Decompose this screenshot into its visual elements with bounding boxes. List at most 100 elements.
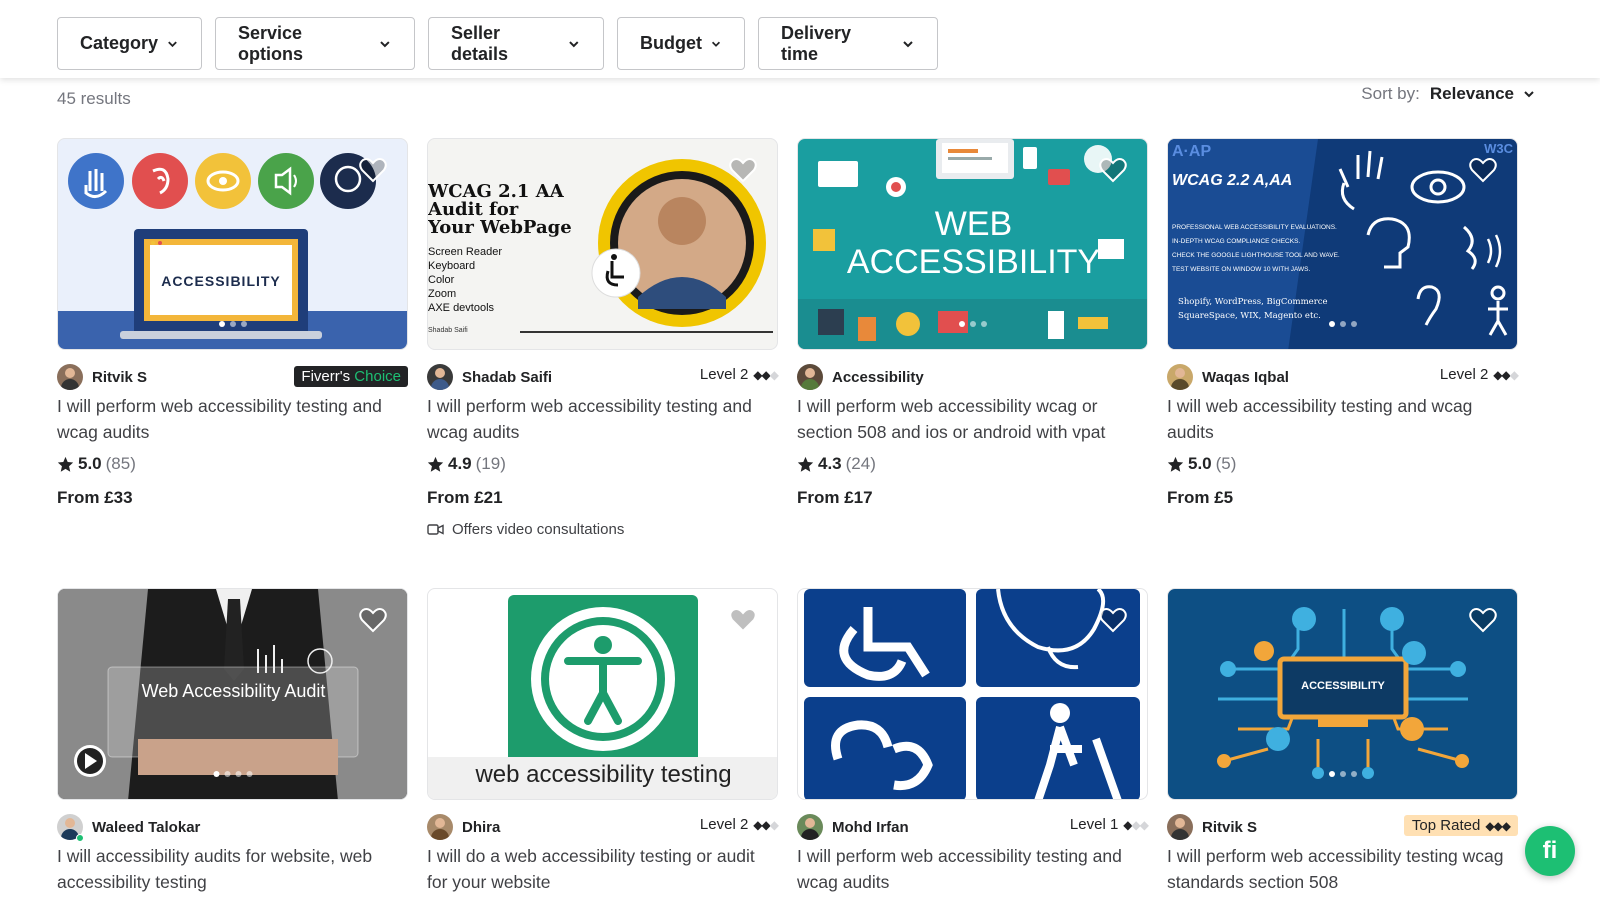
- level-text: Level 2: [699, 816, 749, 833]
- gig-thumbnail[interactable]: ACCESSIBILITY: [1167, 588, 1518, 800]
- rating-count: (85): [105, 454, 136, 473]
- heart-icon[interactable]: [1099, 607, 1127, 633]
- disability-signs-illustration: [804, 589, 1140, 799]
- avatar[interactable]: [57, 364, 83, 390]
- seller-row: Shadab Saifi Level 2 ◆◆◆: [427, 364, 779, 390]
- gig-thumbnail[interactable]: ACCESSIBILITY: [57, 138, 408, 350]
- heart-icon[interactable]: [359, 607, 387, 633]
- seller-row: Mohd Irfan Level 1 ◆◆◆: [797, 814, 1149, 840]
- gig-title[interactable]: I will perform web accessibility testing…: [427, 393, 778, 445]
- seller-row: Dhira Level 2 ◆◆◆: [427, 814, 779, 840]
- heart-icon[interactable]: [729, 607, 757, 633]
- heart-icon[interactable]: [359, 157, 387, 183]
- thumbnail-headline: Web Accessibility Audit: [141, 681, 326, 701]
- level-diamonds-icon: ◆◆◆: [1123, 817, 1149, 832]
- top-rated-badge: Top Rated ◆◆◆: [1403, 815, 1518, 836]
- fiverr-help-button[interactable]: fi: [1525, 826, 1575, 876]
- seller-name[interactable]: Dhira: [462, 819, 500, 836]
- sort-value: Relevance: [1429, 84, 1514, 103]
- gig-thumbnail[interactable]: Web Accessibility Audit: [57, 588, 408, 800]
- level-text: Level 2: [699, 366, 749, 383]
- gig-thumbnail[interactable]: [797, 588, 1148, 800]
- gig-title[interactable]: I will perform web accessibility testing…: [797, 843, 1148, 895]
- chevron-down-icon: [168, 40, 177, 47]
- gig-thumbnail[interactable]: web accessibility testing: [427, 588, 778, 800]
- thumbnail-list: Screen Reader Keyboard Color Zoom AXE de…: [428, 245, 502, 315]
- video-consultation-note: Offers video consultations: [427, 521, 778, 538]
- gig-card[interactable]: Mohd Irfan Level 1 ◆◆◆ I will perform web…: [797, 588, 1149, 895]
- thumb-line: Keyboard: [428, 260, 476, 272]
- avatar[interactable]: [797, 814, 823, 840]
- seller-row: Accessibility: [797, 364, 1148, 390]
- gig-card[interactable]: ACCESSIBILITY Ritvik S Top Rated ◆◆◆ I wi…: [1167, 588, 1518, 895]
- seller-row: Waleed Talokar: [57, 814, 408, 842]
- rating: 4.9 (19): [427, 454, 778, 474]
- sort-dropdown[interactable]: Sort by: Relevance: [1361, 84, 1536, 104]
- gig-title[interactable]: I will do a web accessibility testing or…: [427, 843, 778, 895]
- fiverrs-choice-badge: Fiverr's Choice: [294, 366, 408, 387]
- thumb-line: PROFESSIONAL WEB ACCESSIBILITY EVALUATIO…: [1172, 224, 1337, 231]
- gig-title[interactable]: I will accessibility audits for website,…: [57, 843, 408, 895]
- carousel-dots: [218, 321, 247, 327]
- gig-card[interactable]: A·AP W3C WCAG 2.2 A,AA PROFESSIONAL WEB …: [1167, 138, 1519, 508]
- gig-price: From £5: [1167, 488, 1234, 507]
- rating-score: 5.0: [78, 454, 102, 473]
- gig-thumbnail[interactable]: A·AP W3C WCAG 2.2 A,AA PROFESSIONAL WEB …: [1167, 138, 1518, 350]
- heart-icon[interactable]: [729, 157, 757, 183]
- gig-title[interactable]: I will web accessibility testing and wca…: [1167, 393, 1518, 445]
- gig-title[interactable]: I will perform web accessibility wcag or…: [797, 393, 1148, 445]
- gig-thumbnail[interactable]: WCAG 2.1 AA Audit for Your WebPage Scree…: [427, 138, 778, 350]
- gig-card[interactable]: ACCESSIBILITY Ritvik S Fiverr's Choice I…: [57, 138, 408, 508]
- heart-icon[interactable]: [1469, 157, 1497, 183]
- gig-card[interactable]: WEB ACCESSIBILITY Accessibility I will p…: [797, 138, 1148, 508]
- seller-row: Ritvik S Fiverr's Choice: [57, 364, 408, 390]
- thumbnail-bullets: PROFESSIONAL WEB ACCESSIBILITY EVALUATIO…: [1172, 221, 1340, 277]
- thumbnail-caption: web accessibility testing: [475, 761, 732, 788]
- avatar[interactable]: [1167, 364, 1193, 390]
- heart-icon[interactable]: [1469, 607, 1497, 633]
- seller-name[interactable]: Mohd Irfan: [832, 819, 909, 836]
- seller-name[interactable]: Waqas Iqbal: [1202, 369, 1289, 386]
- video-consultation-text: Offers video consultations: [452, 521, 625, 538]
- thumb-line: WEB: [934, 205, 1013, 243]
- filter-service-options-label: Service options: [238, 22, 303, 64]
- thumb-line: Your WebPage: [428, 217, 572, 238]
- thumbnail-signature: Shadab Saifi: [428, 327, 468, 334]
- thumbnail-text: ACCESSIBILITY: [161, 273, 281, 289]
- gig-title[interactable]: I will perform web accessibility testing…: [57, 393, 408, 445]
- filter-seller-details-button[interactable]: Seller details: [428, 17, 604, 70]
- gig-card[interactable]: WCAG 2.1 AA Audit for Your WebPage Scree…: [427, 138, 779, 538]
- gig-price: From £21: [427, 488, 503, 507]
- filter-budget-button[interactable]: Budget: [617, 17, 745, 70]
- gig-card[interactable]: Web Accessibility Audit Waleed Talokar I…: [57, 588, 408, 895]
- chevron-down-icon: [1524, 91, 1534, 98]
- star-icon: [1167, 456, 1184, 472]
- avatar[interactable]: [427, 364, 453, 390]
- seller-level-badge: Level 2 ◆◆◆: [699, 366, 779, 383]
- results-count: 45 results: [57, 89, 131, 108]
- filter-category-button[interactable]: Category: [57, 17, 202, 70]
- filter-service-options-button[interactable]: Service options: [215, 17, 415, 70]
- avatar[interactable]: [1167, 814, 1193, 840]
- video-camera-icon: [427, 524, 444, 535]
- rating-score: 4.3: [818, 454, 842, 473]
- avatar[interactable]: [797, 364, 823, 390]
- filter-bar: Category Service options Seller details …: [0, 0, 1600, 78]
- seller-name[interactable]: Ritvik S: [92, 369, 147, 386]
- chevron-down-icon: [380, 40, 390, 47]
- gig-card[interactable]: web accessibility testing Dhira Level 2 ◆…: [427, 588, 779, 895]
- gig-title[interactable]: I will perform web accessibility testing…: [1167, 843, 1518, 895]
- sort-label: Sort by:: [1361, 84, 1420, 103]
- heart-icon[interactable]: [1099, 157, 1127, 183]
- seller-name[interactable]: Accessibility: [832, 369, 924, 386]
- filter-delivery-time-button[interactable]: Delivery time: [758, 17, 938, 70]
- rating: 4.3 (24): [797, 454, 1148, 474]
- avatar[interactable]: [427, 814, 453, 840]
- gig-thumbnail[interactable]: WEB ACCESSIBILITY: [797, 138, 1148, 350]
- seller-name[interactable]: Waleed Talokar: [92, 819, 200, 836]
- star-icon: [57, 456, 74, 472]
- online-status-indicator: [76, 834, 84, 842]
- seller-name[interactable]: Shadab Saifi: [462, 369, 552, 386]
- level-diamonds-icon: ◆◆◆: [753, 817, 779, 832]
- seller-name[interactable]: Ritvik S: [1202, 819, 1257, 836]
